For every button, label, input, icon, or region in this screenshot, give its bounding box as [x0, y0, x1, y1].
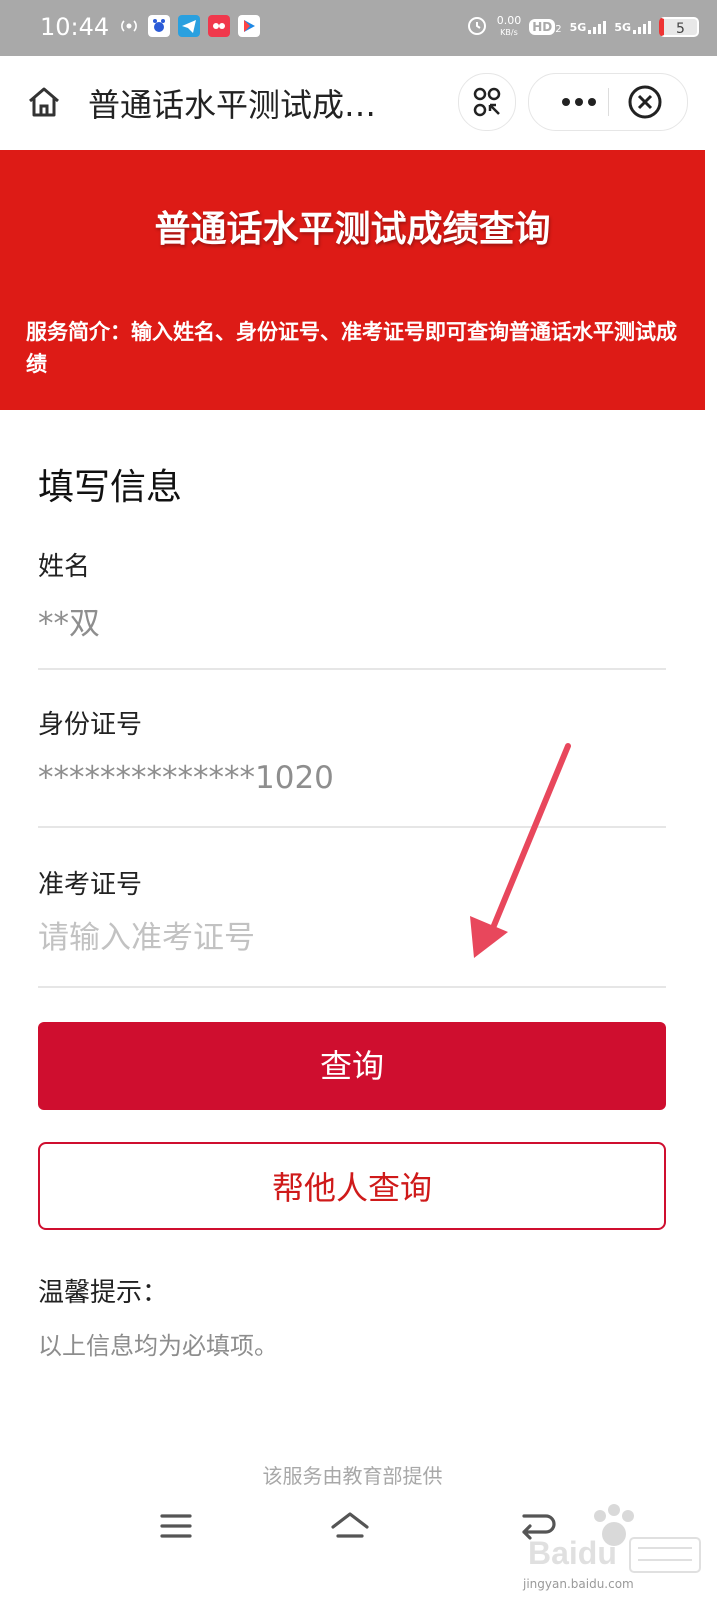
header-banner: 普通话水平测试成绩查询 服务简介：输入姓名、身份证号、准考证号即可查询普通话水平… — [0, 150, 705, 410]
clock: 10:44 — [40, 13, 110, 41]
signal-bars-icon — [633, 20, 651, 34]
query-for-others-button[interactable]: 帮他人查询 — [38, 1142, 666, 1230]
net-speed-unit: KB/s — [500, 28, 518, 37]
annotation-arrow-icon — [470, 743, 571, 958]
name-divider — [38, 668, 666, 670]
status-bar: 10:44 0.00 KB/s HD 2 5G 5G 5 — [0, 0, 717, 56]
signal-1-label: 5G — [569, 20, 587, 34]
more-icon[interactable] — [553, 74, 605, 130]
id-number-label: 身份证号 — [38, 710, 143, 740]
footer-provider: 该服务由教育部提供 — [262, 1464, 443, 1488]
home-nav-icon[interactable] — [328, 1506, 372, 1546]
red-app-icon — [208, 15, 230, 37]
service-intro: 服务简介：输入姓名、身份证号、准考证号即可查询普通话水平测试成绩 — [26, 320, 677, 376]
net-speed: 0.00 KB/s — [497, 15, 522, 38]
hd-sub: 2 — [555, 23, 562, 35]
signal-2: 5G — [614, 20, 651, 34]
admission-number-divider — [38, 986, 666, 988]
hd-icon: HD 2 — [529, 18, 562, 35]
mini-program-nav-bar: 普通话水平测试成… — [0, 56, 717, 148]
hd-label: HD — [529, 18, 556, 35]
watermark-url: jingyan.baidu.com — [523, 1577, 634, 1591]
battery-icon: 5 — [659, 16, 699, 37]
signal-2-label: 5G — [614, 20, 631, 34]
scan-button[interactable] — [458, 73, 516, 131]
alarm-icon — [465, 13, 489, 40]
admission-number-label: 准考证号 — [38, 870, 143, 900]
capsule-divider — [608, 88, 609, 116]
close-icon[interactable] — [625, 82, 665, 122]
baidu-app-icon — [148, 15, 170, 37]
telegram-app-icon — [178, 15, 200, 37]
query-button[interactable]: 查询 — [38, 1022, 666, 1110]
signal-bars-icon — [588, 20, 607, 34]
net-speed-value: 0.00 — [496, 14, 522, 27]
video-app-icon — [238, 15, 260, 37]
tip-text: 以上信息均为必填项。 — [38, 1332, 278, 1360]
name-input[interactable] — [38, 598, 666, 642]
menu-icon[interactable] — [154, 1506, 198, 1546]
banner-title: 普通话水平测试成绩查询 — [154, 209, 551, 250]
capsule-menu — [528, 73, 688, 131]
page-title: 普通话水平测试成… — [88, 86, 377, 124]
hotspot-icon — [118, 15, 140, 37]
svg-text:Baidu: Baidu — [528, 1535, 617, 1571]
system-icons: 0.00 KB/s HD 2 5G 5G 5 — [465, 13, 699, 40]
name-label: 姓名 — [38, 552, 91, 582]
notification-icons — [118, 15, 260, 37]
section-title: 填写信息 — [38, 467, 183, 508]
baidu-jingyan-watermark-icon: Baidu — [528, 1504, 701, 1573]
tip-title: 温馨提示： — [38, 1278, 169, 1308]
home-icon[interactable] — [24, 82, 64, 122]
signal-1: 5G — [570, 20, 607, 34]
